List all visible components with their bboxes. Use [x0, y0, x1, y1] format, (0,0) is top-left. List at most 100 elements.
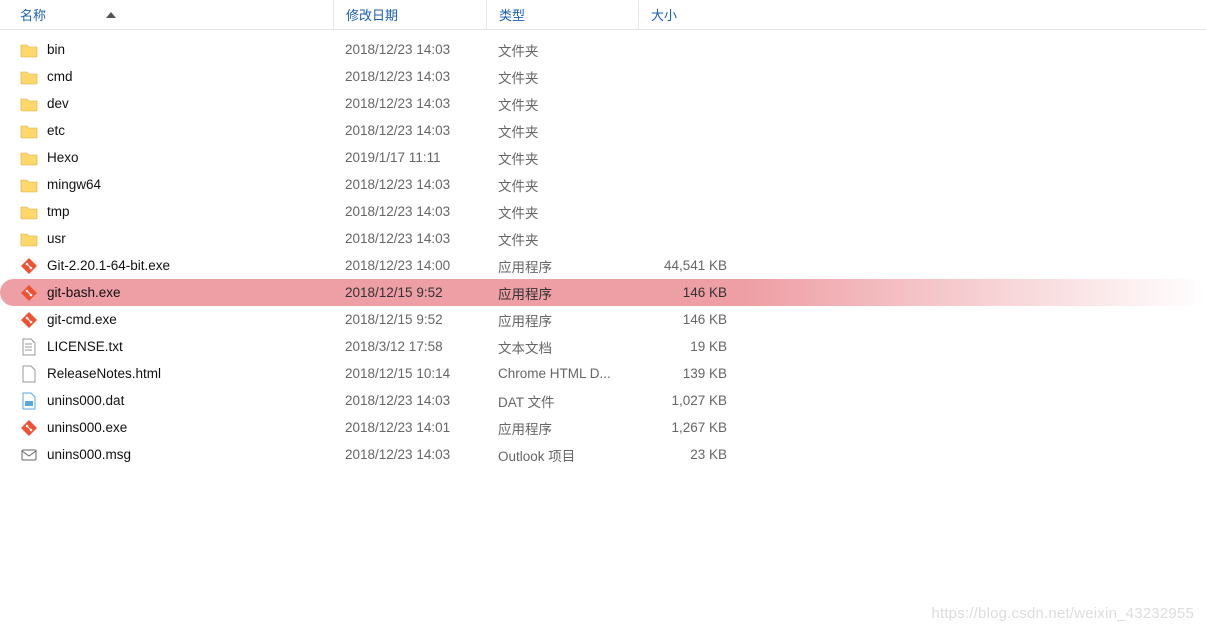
cell-date: 2018/12/23 14:03: [333, 231, 486, 246]
cell-date: 2019/1/17 11:11: [333, 150, 486, 165]
file-row[interactable]: cmd 2018/12/23 14:03文件夹: [0, 63, 1206, 90]
column-name-label: 名称: [20, 5, 46, 24]
file-name-label: mingw64: [47, 177, 101, 192]
cell-size: 139 KB: [638, 366, 755, 381]
file-row[interactable]: dev 2018/12/23 14:03文件夹: [0, 90, 1206, 117]
folder-icon: [20, 230, 38, 248]
file-name-label: usr: [47, 231, 66, 246]
cell-name: git-bash.exe: [0, 284, 333, 302]
file-row[interactable]: ReleaseNotes.html 2018/12/15 10:14Chrome …: [0, 360, 1206, 387]
cell-size: 146 KB: [638, 312, 755, 327]
cell-name: unins000.exe: [0, 419, 333, 437]
cell-name: git-cmd.exe: [0, 311, 333, 329]
file-row[interactable]: git-cmd.exe2018/12/15 9:52应用程序146 KB: [0, 306, 1206, 333]
cell-name: unins000.dat: [0, 392, 333, 410]
file-row[interactable]: unins000.exe 2018/12/23 14:01应用程序1,267 KB: [0, 414, 1206, 441]
file-name-label: ReleaseNotes.html: [47, 366, 161, 381]
file-row[interactable]: etc2018/12/23 14:03文件夹: [0, 117, 1206, 144]
cell-type: 应用程序: [486, 283, 638, 303]
cell-date: 2018/12/23 14:03: [333, 393, 486, 408]
git-icon: [20, 257, 38, 275]
cell-date: 2018/12/23 14:01: [333, 420, 486, 435]
cell-size: 1,267 KB: [638, 420, 755, 435]
file-name-label: git-bash.exe: [47, 285, 121, 300]
folder-icon: [20, 41, 38, 59]
cell-date: 2018/12/15 9:52: [333, 312, 486, 327]
file-row[interactable]: Git-2.20.1-64-bit.exe2018/12/23 14:00应用程…: [0, 252, 1206, 279]
cell-size: 44,541 KB: [638, 258, 755, 273]
cell-type: 应用程序: [486, 310, 638, 330]
file-row[interactable]: unins000.msg 2018/12/23 14:03Outlook 项目23…: [0, 441, 1206, 468]
cell-type: Outlook 项目: [486, 445, 638, 465]
cell-type: 文件夹: [486, 175, 638, 195]
column-header-name[interactable]: 名称: [0, 5, 333, 24]
msg-icon: [20, 446, 38, 464]
sort-ascending-icon: [106, 12, 116, 18]
file-name-label: dev: [47, 96, 69, 111]
file-row[interactable]: bin2018/12/23 14:03文件夹: [0, 36, 1206, 63]
cell-type: 文件夹: [486, 67, 638, 87]
cell-name: tmp: [0, 203, 333, 221]
cell-name: Git-2.20.1-64-bit.exe: [0, 257, 333, 275]
file-name-label: LICENSE.txt: [47, 339, 123, 354]
cell-date: 2018/12/15 10:14: [333, 366, 486, 381]
cell-date: 2018/12/23 14:03: [333, 69, 486, 84]
cell-size: 1,027 KB: [638, 393, 755, 408]
cell-date: 2018/12/23 14:03: [333, 96, 486, 111]
cell-type: Chrome HTML D...: [486, 366, 638, 381]
cell-date: 2018/3/12 17:58: [333, 339, 486, 354]
cell-type: 文件夹: [486, 148, 638, 168]
folder-icon: [20, 68, 38, 86]
file-name-label: unins000.dat: [47, 393, 124, 408]
column-size-label: 大小: [651, 5, 677, 24]
cell-date: 2018/12/23 14:03: [333, 123, 486, 138]
cell-name: LICENSE.txt: [0, 338, 333, 356]
column-header-size[interactable]: 大小: [638, 0, 755, 29]
cell-name: Hexo: [0, 149, 333, 167]
cell-name: usr: [0, 230, 333, 248]
cell-date: 2018/12/15 9:52: [333, 285, 486, 300]
column-date-label: 修改日期: [346, 5, 398, 24]
folder-icon: [20, 176, 38, 194]
cell-type: 文本文档: [486, 337, 638, 357]
cell-date: 2018/12/23 14:03: [333, 447, 486, 462]
watermark-text: https://blog.csdn.net/weixin_43232955: [931, 605, 1194, 622]
cell-type: 文件夹: [486, 121, 638, 141]
column-header-row: 名称 修改日期 类型 大小: [0, 0, 1206, 30]
file-row[interactable]: git-bash.exe2018/12/15 9:52应用程序146 KB: [0, 279, 1206, 306]
cell-size: 23 KB: [638, 447, 755, 462]
file-list: bin2018/12/23 14:03文件夹cmd2018/12/23 14:0…: [0, 36, 1206, 468]
file-row[interactable]: LICENSE.txt2018/3/12 17:58文本文档19 KB: [0, 333, 1206, 360]
column-header-type[interactable]: 类型: [486, 0, 638, 29]
file-name-label: unins000.exe: [47, 420, 127, 435]
file-row[interactable]: tmp2018/12/23 14:03文件夹: [0, 198, 1206, 225]
cell-type: 文件夹: [486, 94, 638, 114]
cell-name: mingw64: [0, 176, 333, 194]
file-row[interactable]: usr 2018/12/23 14:03文件夹: [0, 225, 1206, 252]
file-row[interactable]: mingw64 2018/12/23 14:03文件夹: [0, 171, 1206, 198]
git-icon: [20, 284, 38, 302]
file-name-label: cmd: [47, 69, 73, 84]
folder-icon: [20, 95, 38, 113]
cell-name: bin: [0, 41, 333, 59]
cell-name: cmd: [0, 68, 333, 86]
folder-icon: [20, 149, 38, 167]
cell-name: dev: [0, 95, 333, 113]
cell-type: DAT 文件: [486, 391, 638, 411]
folder-icon: [20, 203, 38, 221]
cell-date: 2018/12/23 14:03: [333, 204, 486, 219]
file-row[interactable]: Hexo2019/1/17 11:11文件夹: [0, 144, 1206, 171]
cell-date: 2018/12/23 14:03: [333, 177, 486, 192]
cell-date: 2018/12/23 14:03: [333, 42, 486, 57]
column-type-label: 类型: [499, 5, 525, 24]
column-header-date[interactable]: 修改日期: [333, 0, 486, 29]
cell-type: 文件夹: [486, 202, 638, 222]
txt-icon: [20, 338, 38, 356]
file-name-label: bin: [47, 42, 65, 57]
cell-name: ReleaseNotes.html: [0, 365, 333, 383]
cell-type: 应用程序: [486, 418, 638, 438]
file-name-label: unins000.msg: [47, 447, 131, 462]
file-name-label: Git-2.20.1-64-bit.exe: [47, 258, 170, 273]
cell-type: 文件夹: [486, 229, 638, 249]
file-row[interactable]: unins000.dat 2018/12/23 14:03DAT 文件1,027 …: [0, 387, 1206, 414]
